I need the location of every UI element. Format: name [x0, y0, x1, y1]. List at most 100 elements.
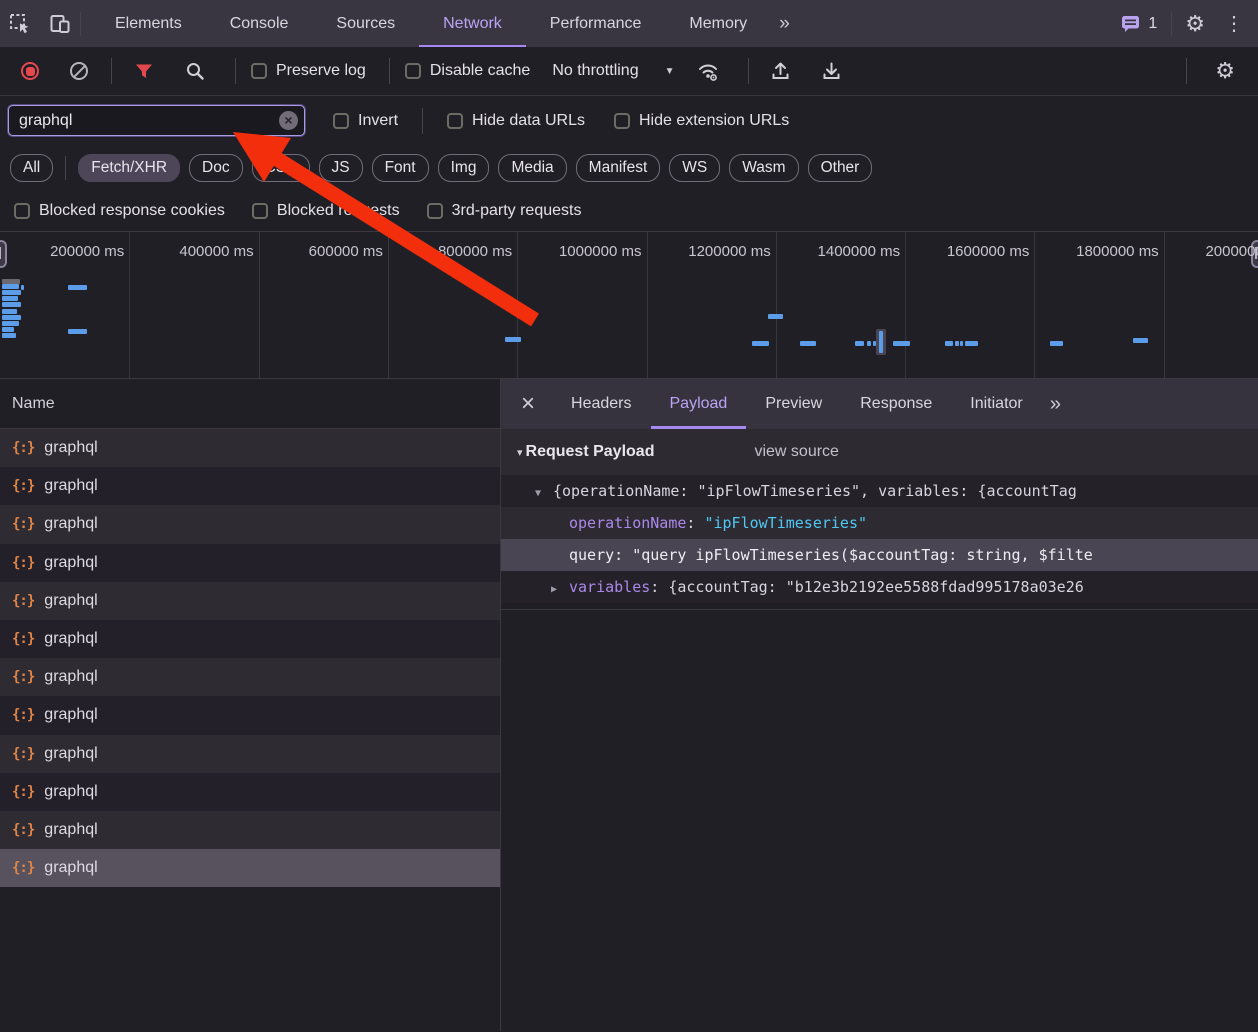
network-conditions-icon[interactable] [691, 54, 725, 88]
payload-entry-variables[interactable]: ▶variables: {accountTag: "b12e3b2192ee55… [501, 571, 1258, 603]
checkbox-box[interactable] [614, 113, 630, 129]
name-column-header[interactable]: Name [0, 379, 500, 429]
overview-gridline [1034, 232, 1035, 378]
checkbox-label: Blocked requests [277, 202, 400, 220]
kebab-menu-icon[interactable]: ⋮ [1218, 14, 1258, 34]
checkbox-box[interactable] [447, 113, 463, 129]
payload-entry-operationname[interactable]: operationName: "ipFlowTimeseries" [501, 507, 1258, 539]
chip-ws[interactable]: WS [669, 154, 720, 182]
twisty-open-icon[interactable]: ▼ [535, 478, 553, 507]
tab-performance[interactable]: Performance [526, 0, 666, 47]
issues-counter[interactable]: 1 [1107, 14, 1171, 34]
table-row[interactable]: {:}graphql [0, 505, 500, 543]
chip-other[interactable]: Other [808, 154, 873, 182]
details-more-tabs-icon[interactable]: ›› [1042, 379, 1067, 429]
detail-tab-preview[interactable]: Preview [746, 379, 841, 429]
detail-tab-payload[interactable]: Payload [651, 379, 747, 429]
tab-memory[interactable]: Memory [665, 0, 771, 47]
chip-js[interactable]: JS [319, 154, 363, 182]
table-row[interactable]: {:}graphql [0, 696, 500, 734]
overview-tick-label: 1600000 ms [947, 243, 1030, 260]
throttling-dropdown[interactable]: No throttling ▼ [552, 62, 674, 80]
close-details-icon[interactable]: × [501, 379, 552, 429]
table-row[interactable]: {:}graphql [0, 849, 500, 887]
payload-preview-line[interactable]: ▼{operationName: "ipFlowTimeseries", var… [501, 475, 1258, 507]
view-source-link[interactable]: view source [754, 443, 838, 461]
json-key: operationName [569, 514, 686, 532]
chip-font[interactable]: Font [372, 154, 429, 182]
network-settings-gear-icon[interactable]: ⚙ [1202, 60, 1248, 82]
filter-funnel-icon[interactable] [127, 54, 161, 88]
table-row[interactable]: {:}graphql [0, 620, 500, 658]
fetch-xhr-icon: {:} [12, 593, 34, 609]
tab-sources[interactable]: Sources [312, 0, 419, 47]
table-row[interactable]: {:}graphql [0, 658, 500, 696]
chip-media[interactable]: Media [498, 154, 566, 182]
tab-elements[interactable]: Elements [91, 0, 206, 47]
checkbox-box[interactable] [252, 203, 268, 219]
record-network-log-icon[interactable] [21, 62, 39, 80]
table-row[interactable]: {:}graphql [0, 467, 500, 505]
blocked-requests-checkbox[interactable]: Blocked requests [252, 202, 400, 220]
json-key: variables [569, 578, 650, 596]
clear-filter-icon[interactable]: × [279, 111, 298, 130]
checkbox-box[interactable] [405, 63, 421, 79]
divider [422, 108, 423, 134]
table-row[interactable]: {:}graphql [0, 735, 500, 773]
chip-doc[interactable]: Doc [189, 154, 243, 182]
chip-all[interactable]: All [10, 154, 53, 182]
disable-cache-checkbox[interactable]: Disable cache [405, 62, 531, 80]
checkbox-box[interactable] [427, 203, 443, 219]
fetch-xhr-icon: {:} [12, 669, 34, 685]
table-row[interactable]: {:}graphql [0, 811, 500, 849]
checkbox-box[interactable] [251, 63, 267, 79]
table-row[interactable]: {:}graphql [0, 429, 500, 467]
table-row[interactable]: {:}graphql [0, 582, 500, 620]
network-overview-timeline[interactable]: 200000 ms400000 ms600000 ms800000 ms1000… [0, 232, 1258, 379]
chip-manifest[interactable]: Manifest [576, 154, 661, 182]
overview-request-bar [2, 302, 21, 307]
hide-data-urls-checkbox[interactable]: Hide data URLs [447, 112, 585, 130]
more-tabs-icon[interactable]: ›› [771, 0, 796, 47]
payload-section-divider [501, 609, 1258, 610]
export-har-icon[interactable] [815, 54, 849, 88]
inspect-element-icon[interactable] [0, 0, 40, 47]
checkbox-box[interactable] [333, 113, 349, 129]
request-payload-section-header[interactable]: ▾ Request Payload view source [501, 429, 1258, 475]
request-payload-title: Request Payload [526, 443, 655, 461]
clear-network-log-icon[interactable] [70, 62, 88, 80]
filter-input[interactable] [8, 105, 305, 136]
chip-img[interactable]: Img [438, 154, 490, 182]
devtools-tabbar: ElementsConsoleSourcesNetworkPerformance… [0, 0, 1258, 47]
detail-tab-response[interactable]: Response [841, 379, 951, 429]
detail-tab-initiator[interactable]: Initiator [951, 379, 1041, 429]
tab-console[interactable]: Console [206, 0, 313, 47]
overview-left-handle[interactable] [0, 240, 7, 268]
preserve-log-checkbox[interactable]: Preserve log [251, 62, 366, 80]
import-har-icon[interactable] [764, 54, 798, 88]
payload-entry-query[interactable]: query: "query ipFlowTimeseries($accountT… [501, 539, 1258, 571]
chip-wasm[interactable]: Wasm [729, 154, 798, 182]
settings-gear-icon[interactable]: ⚙ [1172, 13, 1218, 35]
overview-request-bar [955, 341, 959, 346]
invert-checkbox[interactable]: Invert [333, 112, 398, 130]
3rd-party-requests-checkbox[interactable]: 3rd-party requests [427, 202, 582, 220]
tab-network[interactable]: Network [419, 0, 526, 47]
overview-request-bar [2, 321, 19, 326]
table-row[interactable]: {:}graphql [0, 544, 500, 582]
twisty-closed-icon[interactable]: ▶ [551, 574, 569, 603]
checkbox-box[interactable] [14, 203, 30, 219]
checkbox-label: Preserve log [276, 62, 366, 80]
section-twisty-icon[interactable]: ▾ [517, 446, 523, 459]
tabbar-right-controls: 1 ⚙ ⋮ [1107, 0, 1258, 47]
table-row[interactable]: {:}graphql [0, 773, 500, 811]
detail-tab-headers[interactable]: Headers [552, 379, 650, 429]
blocked-response-cookies-checkbox[interactable]: Blocked response cookies [14, 202, 225, 220]
chip-css[interactable]: CSS [252, 154, 310, 182]
device-toolbar-icon[interactable] [40, 0, 80, 47]
search-icon[interactable] [178, 54, 212, 88]
chip-fetch-xhr[interactable]: Fetch/XHR [78, 154, 180, 182]
hide-extension-urls-checkbox[interactable]: Hide extension URLs [614, 112, 789, 130]
checkbox-label: Invert [358, 112, 398, 130]
overview-request-bar [1050, 341, 1063, 346]
